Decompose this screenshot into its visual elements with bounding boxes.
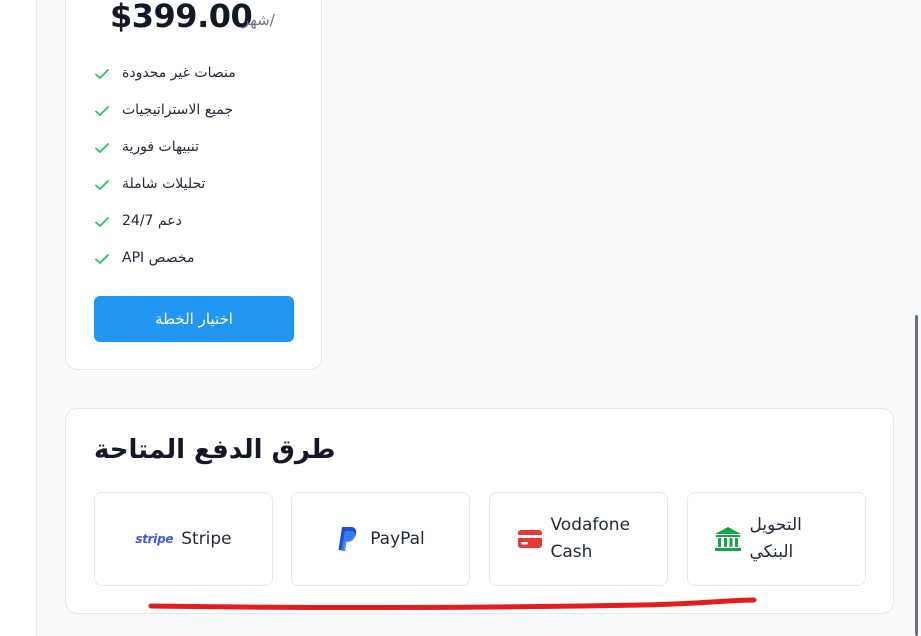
feature-label: جميع الاستراتيجيات bbox=[122, 102, 234, 118]
payment-method-bank-transfer[interactable]: التحويل البنكي bbox=[687, 492, 866, 586]
feature-label: تنبيهات فورية bbox=[122, 139, 200, 155]
credit-card-icon bbox=[517, 530, 542, 548]
scrollbar-thumb[interactable] bbox=[915, 315, 918, 636]
check-icon bbox=[95, 69, 109, 79]
payment-method-label-line1: التحويل bbox=[749, 515, 802, 535]
plan-period: شهر/ bbox=[242, 11, 275, 29]
paypal-icon bbox=[338, 527, 357, 551]
feature-item: جميع الاستراتيجيات bbox=[94, 100, 294, 124]
feature-label: منصات غير محدودة bbox=[122, 65, 236, 81]
payment-method-stripe[interactable]: stripe Stripe bbox=[94, 492, 273, 586]
price-row: $399.00 شهر/ bbox=[66, 0, 323, 35]
payment-method-label-line1: Vodafone bbox=[550, 515, 631, 535]
feature-item: منصات غير محدودة bbox=[94, 63, 294, 87]
feature-label: تحليلات شاملة bbox=[122, 176, 206, 192]
payment-method-paypal[interactable]: PayPal bbox=[291, 492, 470, 586]
bank-icon bbox=[714, 527, 741, 551]
payment-method-label-line2: البنكي bbox=[749, 542, 794, 562]
plan-price: $399.00 bbox=[110, 0, 253, 35]
payment-methods-title: طرق الدفع المتاحة bbox=[94, 435, 336, 465]
check-icon bbox=[95, 143, 109, 153]
payment-method-vodafone-cash[interactable]: Vodafone Cash bbox=[489, 492, 668, 586]
check-icon bbox=[95, 217, 109, 227]
feature-item: تنبيهات فورية bbox=[94, 137, 294, 161]
check-icon bbox=[95, 106, 109, 116]
feature-label: دعم 24/7 bbox=[122, 213, 182, 229]
payment-method-label: PayPal bbox=[370, 528, 425, 549]
choose-plan-button[interactable]: اختيار الخطة bbox=[94, 296, 294, 342]
payment-method-label: Stripe bbox=[181, 528, 232, 549]
feature-item: دعم 24/7 bbox=[94, 211, 294, 235]
plan-card: $399.00 شهر/ منصات غير محدودة جميع الاست… bbox=[65, 0, 322, 370]
payment-method-label-line2: Cash bbox=[550, 542, 593, 562]
feature-item: تحليلات شاملة bbox=[94, 174, 294, 198]
feature-label: API مخصص bbox=[122, 250, 195, 266]
payment-methods-card: طرق الدفع المتاحة stripe Stripe PayPal V… bbox=[65, 408, 894, 614]
check-icon bbox=[95, 180, 109, 190]
check-icon bbox=[95, 254, 109, 264]
feature-item: API مخصص bbox=[94, 248, 294, 272]
stripe-logo-icon: stripe bbox=[135, 532, 174, 546]
